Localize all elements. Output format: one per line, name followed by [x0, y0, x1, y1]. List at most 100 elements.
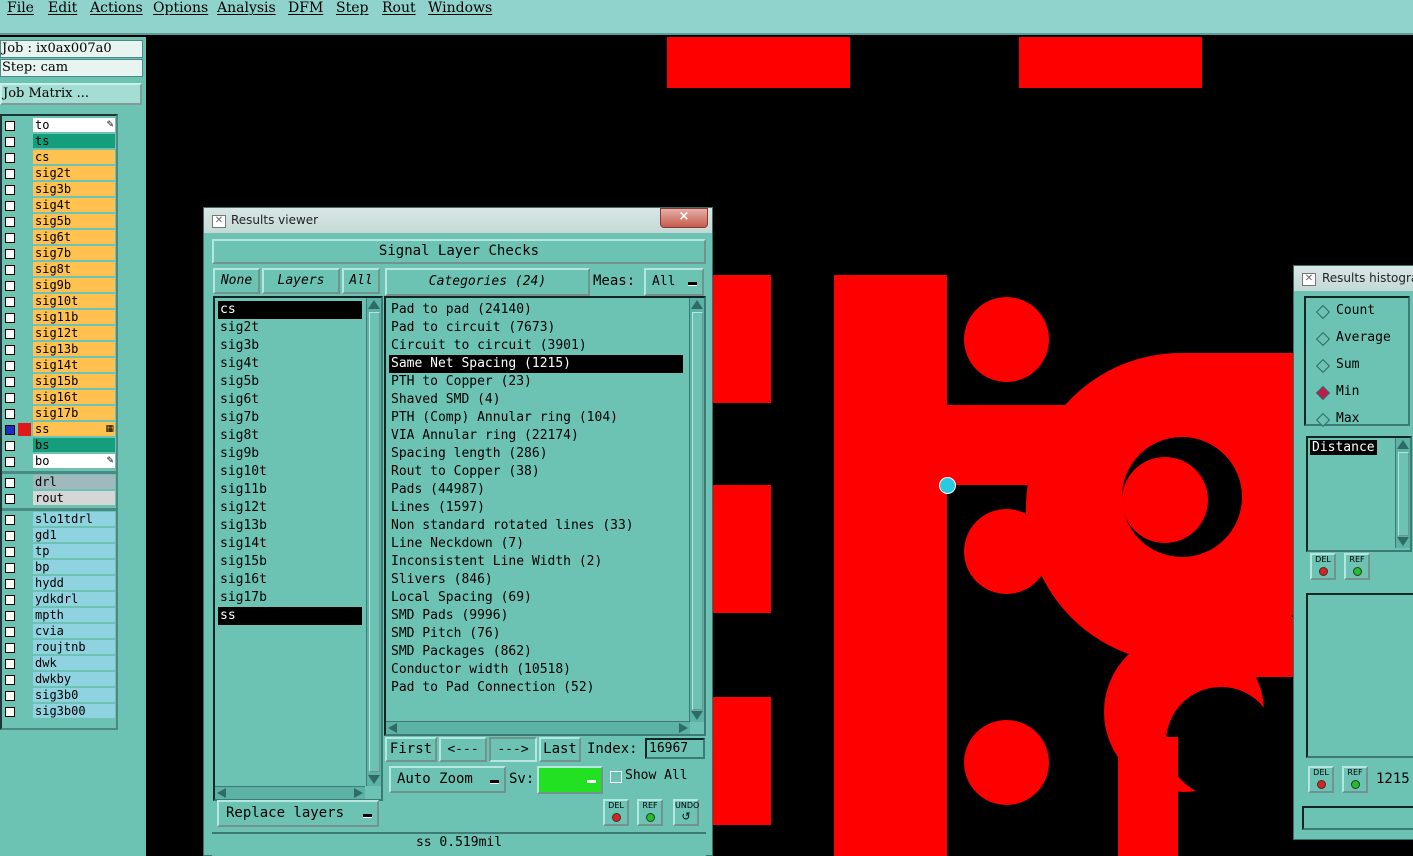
layer-name[interactable]: gd1 [33, 528, 115, 542]
layer-row[interactable]: rout [2, 491, 116, 506]
category-item[interactable]: Same Net Spacing (1215) [389, 355, 683, 373]
layer-row[interactable]: sig2t [2, 166, 116, 181]
layers-scrollbar[interactable] [366, 298, 381, 786]
layer-checkbox[interactable] [5, 185, 15, 195]
layer-name[interactable]: bo [33, 454, 115, 468]
layer-row[interactable]: sig5b [2, 214, 116, 229]
layer-row[interactable]: sig15b [2, 374, 116, 389]
category-item[interactable]: Rout to Copper (38) [389, 463, 683, 481]
scroll-up-icon[interactable] [368, 300, 380, 309]
layer-checkbox[interactable] [5, 313, 15, 323]
layer-checkbox[interactable] [5, 691, 15, 701]
category-item[interactable]: VIA Annular ring (22174) [389, 427, 683, 445]
layer-name[interactable]: sig5b [33, 214, 115, 228]
histogram-scrollbar[interactable] [1395, 438, 1410, 548]
layer-row[interactable]: dwkby [2, 672, 116, 687]
last-button[interactable]: Last [539, 737, 581, 762]
layer-name[interactable]: sig6t [33, 230, 115, 244]
layer-row[interactable]: drl [2, 475, 116, 490]
result-layer-item[interactable]: sig9b [218, 445, 362, 463]
scroll-left-icon[interactable] [217, 788, 226, 798]
del-button[interactable]: DEL [603, 799, 629, 826]
layer-row[interactable]: sig12t [2, 326, 116, 341]
layer-row[interactable]: sig10t [2, 294, 116, 309]
layer-checkbox[interactable] [5, 137, 15, 147]
layer-name[interactable]: sig2t [33, 166, 115, 180]
index-input[interactable]: 16967 [645, 738, 705, 759]
layer-name[interactable]: rout [33, 491, 115, 505]
category-item[interactable]: SMD Packages (862) [389, 643, 683, 661]
result-layer-item[interactable]: sig16t [218, 571, 362, 589]
layer-name[interactable]: to [33, 118, 115, 132]
scroll-down-icon[interactable] [1397, 537, 1409, 546]
layer-row[interactable]: slo1tdrl [2, 512, 116, 527]
radio-diamond-icon[interactable] [1315, 358, 1331, 374]
layer-name[interactable]: ss [33, 422, 115, 436]
layer-checkbox[interactable] [5, 249, 15, 259]
histogram-ref-button-2[interactable]: REF [1342, 766, 1368, 793]
histogram-list-item[interactable]: Distance [1310, 440, 1377, 455]
layer-row[interactable]: mpth [2, 608, 116, 623]
scroll-up-icon[interactable] [1397, 440, 1409, 449]
histogram-del-button-2[interactable]: DEL [1308, 766, 1334, 793]
result-layer-item[interactable]: sig8t [218, 427, 362, 445]
category-item[interactable]: PTH to Copper (23) [389, 373, 683, 391]
category-item[interactable]: Line Neckdown (7) [389, 535, 683, 553]
all-button[interactable]: All [342, 268, 380, 294]
category-item[interactable]: Pad to Pad Connection (52) [389, 679, 683, 697]
layer-name[interactable]: sig15b [33, 374, 115, 388]
prev-button[interactable]: <--- [439, 737, 487, 762]
layer-checkbox[interactable] [5, 121, 15, 131]
layer-row[interactable]: ss ▦ [2, 422, 116, 437]
result-layer-item[interactable]: sig13b [218, 517, 362, 535]
layer-checkbox[interactable] [5, 329, 15, 339]
layer-row[interactable]: dwk [2, 656, 116, 671]
auto-zoom-dropdown[interactable]: Auto Zoom [389, 766, 506, 793]
layer-name[interactable]: mpth [33, 608, 115, 622]
job-matrix-button[interactable]: Job Matrix ... [0, 83, 142, 105]
result-layer-item[interactable]: sig14t [218, 535, 362, 553]
layer-row[interactable]: sig3b00 [2, 704, 116, 719]
layer-checkbox[interactable] [5, 563, 15, 573]
layer-checkbox[interactable] [5, 217, 15, 227]
layer-checkbox[interactable] [5, 659, 15, 669]
none-button[interactable]: None [213, 268, 260, 294]
layer-checkbox[interactable] [5, 233, 15, 243]
layer-checkbox[interactable] [5, 611, 15, 621]
layer-name[interactable]: ts [33, 134, 115, 148]
layer-name[interactable]: roujtnb [33, 640, 115, 654]
ref-button[interactable]: REF [637, 799, 663, 826]
layer-checkbox[interactable] [5, 425, 15, 435]
result-layer-item[interactable]: sig10t [218, 463, 362, 481]
result-layer-item[interactable]: sig3b [218, 337, 362, 355]
scroll-thumb[interactable] [369, 312, 380, 772]
menu-analysis[interactable]: Analysis [217, 0, 276, 17]
category-item[interactable]: Circuit to circuit (3901) [389, 337, 683, 355]
layer-checkbox[interactable] [5, 281, 15, 291]
category-item[interactable]: PTH (Comp) Annular ring (104) [389, 409, 683, 427]
category-item[interactable]: Pad to pad (24140) [389, 301, 683, 319]
scroll-down-icon[interactable] [368, 775, 380, 784]
layer-checkbox[interactable] [5, 409, 15, 419]
scroll-right-icon[interactable] [354, 788, 363, 798]
category-item[interactable]: Spacing length (286) [389, 445, 683, 463]
scroll-left-icon[interactable] [388, 723, 397, 733]
layer-row[interactable]: tp [2, 544, 116, 559]
layer-row[interactable]: sig3b [2, 182, 116, 197]
category-item[interactable]: Slivers (846) [389, 571, 683, 589]
histogram-del-button[interactable]: DEL [1310, 553, 1336, 580]
layer-checkbox[interactable] [5, 675, 15, 685]
layer-name[interactable]: sig9b [33, 278, 115, 292]
layer-name[interactable]: dwkby [33, 672, 115, 686]
result-layer-item[interactable]: sig11b [218, 481, 362, 499]
layer-checkbox[interactable] [5, 531, 15, 541]
menu-edit[interactable]: Edit [48, 0, 77, 17]
layer-name[interactable]: sig10t [33, 294, 115, 308]
layer-checkbox[interactable] [5, 579, 15, 589]
menu-options[interactable]: Options [153, 0, 208, 17]
layer-row[interactable]: sig11b [2, 310, 116, 325]
layer-row[interactable]: sig17b [2, 406, 116, 421]
replace-layers-dropdown[interactable]: Replace layers [217, 800, 379, 827]
layer-checkbox[interactable] [5, 345, 15, 355]
radio-diamond-icon[interactable] [1315, 331, 1331, 347]
